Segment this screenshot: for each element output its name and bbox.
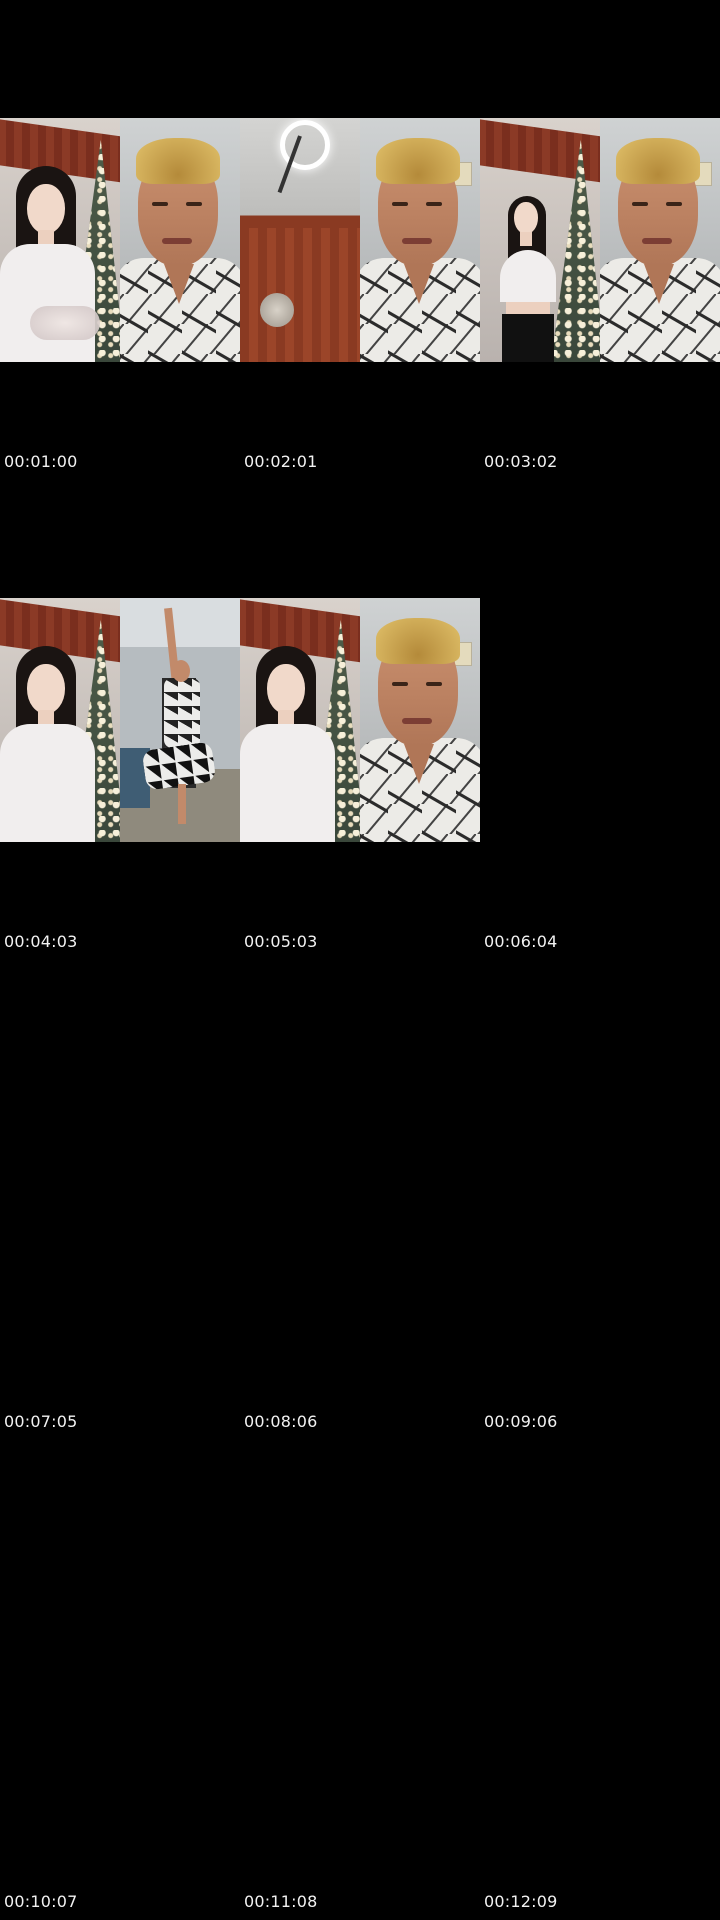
video-frame-ceiling-light[interactable] — [240, 118, 360, 362]
video-frame-girl-living-room[interactable] — [0, 118, 120, 362]
face — [267, 664, 305, 714]
timestamp-label: 00:10:07 — [4, 1892, 78, 1911]
video-frame-man-close-up[interactable] — [360, 118, 480, 362]
empty-frame-slot — [480, 598, 600, 842]
left-eye — [392, 682, 408, 686]
thumbnail-row-1 — [0, 118, 720, 362]
white-shirt — [240, 724, 335, 842]
face — [27, 184, 65, 234]
timestamp-label: 00:05:03 — [244, 932, 318, 951]
blond-hair — [376, 138, 460, 184]
video-frame-girl-living-room[interactable] — [0, 598, 120, 842]
timestamp-label: 00:12:09 — [484, 1892, 558, 1911]
wall-lamp — [260, 293, 294, 327]
timestamp-label: 00:06:04 — [484, 932, 558, 951]
thumbnail-row-2 — [0, 598, 720, 842]
head — [172, 660, 190, 682]
video-frame-man-close-up[interactable] — [360, 598, 480, 842]
wooden-wall — [240, 228, 360, 362]
face — [27, 664, 65, 714]
left-eye — [392, 202, 408, 206]
timestamp-label: 00:11:08 — [244, 1892, 318, 1911]
mouth — [642, 238, 672, 244]
timestamp-label: 00:09:06 — [484, 1412, 558, 1431]
white-shirt — [0, 244, 95, 362]
neck — [520, 232, 532, 246]
white-crop-top — [500, 250, 556, 302]
patterned-shirt — [164, 678, 200, 748]
blond-hair — [136, 138, 220, 184]
video-frame-man-close-up[interactable] — [120, 118, 240, 362]
right-eye — [186, 202, 202, 206]
timestamp-label: 00:04:03 — [4, 932, 78, 951]
video-frame-man-dancing[interactable] — [120, 598, 240, 842]
timestamp-label: 00:03:02 — [484, 452, 558, 471]
empty-frame-slot — [600, 598, 720, 842]
right-eye — [666, 202, 682, 206]
left-eye — [632, 202, 648, 206]
mouth — [402, 718, 432, 724]
video-frame-man-close-up[interactable] — [600, 118, 720, 362]
blurred-hand — [30, 306, 100, 340]
mouth — [162, 238, 192, 244]
left-eye — [152, 202, 168, 206]
video-frame-girl-full-body[interactable] — [480, 118, 600, 362]
blond-hair — [376, 618, 460, 664]
white-shirt — [0, 724, 95, 842]
timestamp-label: 00:02:01 — [244, 452, 318, 471]
right-eye — [426, 202, 442, 206]
timestamp-label: 00:07:05 — [4, 1412, 78, 1431]
timestamp-label: 00:01:00 — [4, 452, 78, 471]
blond-hair — [616, 138, 700, 184]
black-shorts — [502, 314, 554, 362]
leg — [178, 784, 186, 824]
mouth — [402, 238, 432, 244]
video-frame-girl-living-room[interactable] — [240, 598, 360, 842]
right-eye — [426, 682, 442, 686]
timestamp-label: 00:08:06 — [244, 1412, 318, 1431]
face — [514, 202, 538, 234]
